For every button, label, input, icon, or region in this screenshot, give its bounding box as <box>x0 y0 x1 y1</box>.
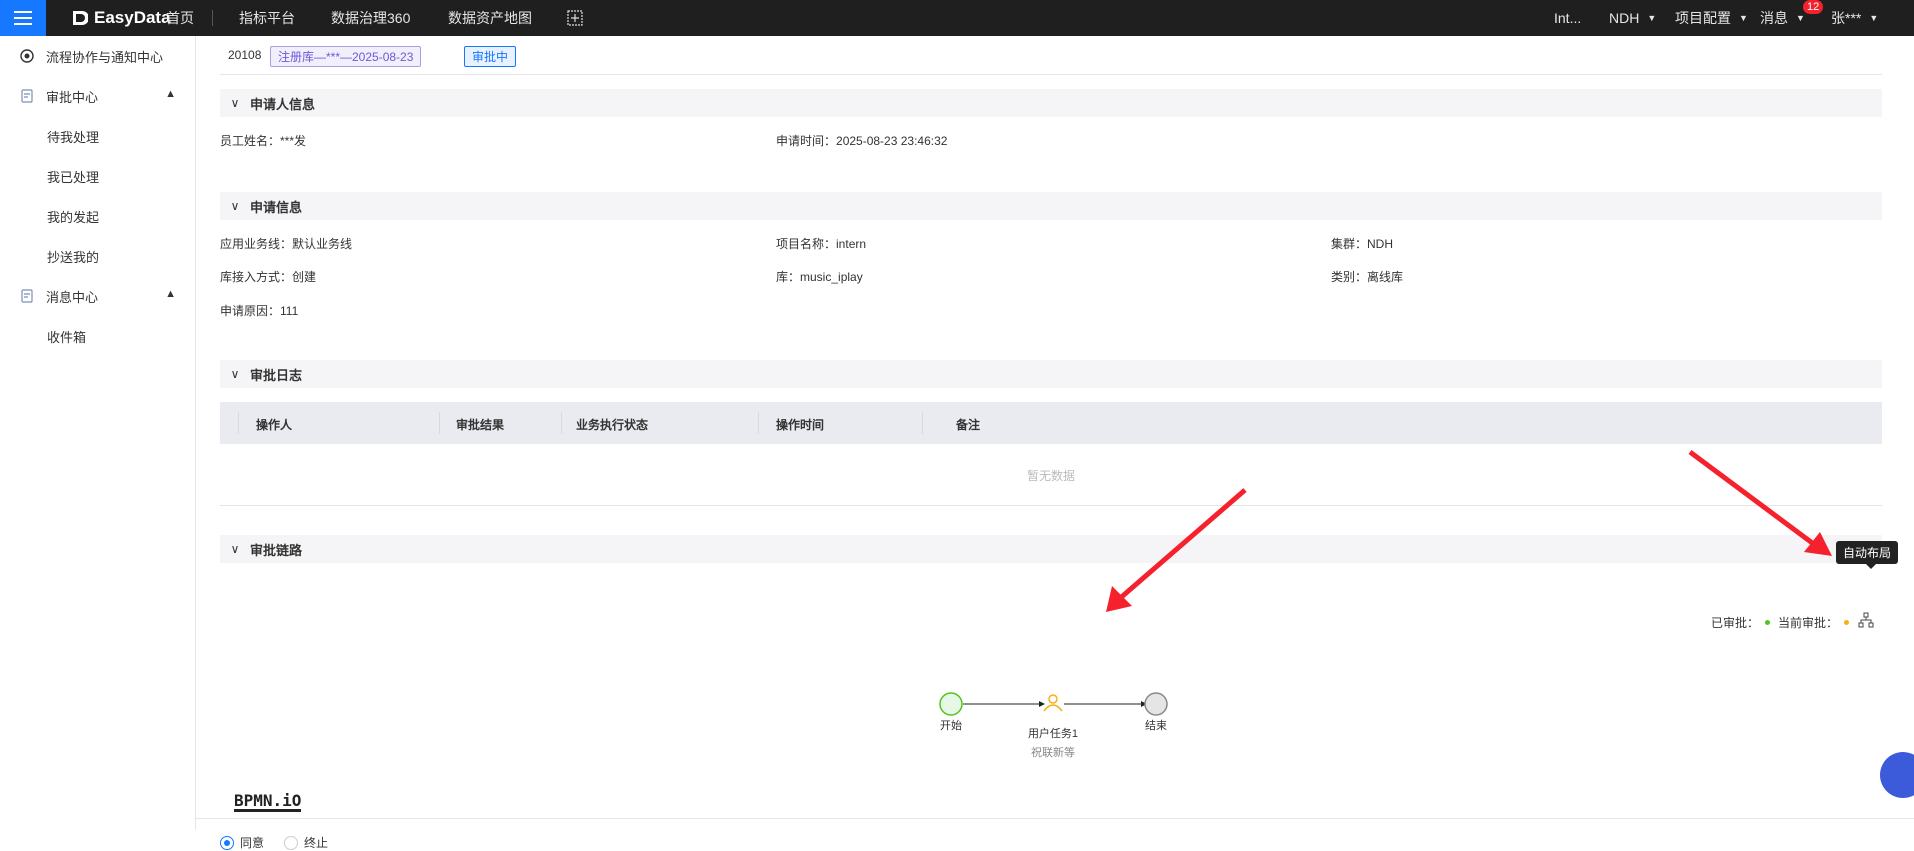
radio-agree[interactable]: 同意 <box>220 834 264 851</box>
radio-terminate-circle[interactable] <box>284 835 298 850</box>
red-arrow-diagram-icon <box>1106 488 1247 612</box>
radio-agree-circle[interactable] <box>220 835 234 850</box>
radio-terminate[interactable]: 终止 <box>284 834 328 851</box>
red-arrow-tooltip-icon <box>1688 449 1832 556</box>
annotation-arrows <box>1106 449 1832 612</box>
